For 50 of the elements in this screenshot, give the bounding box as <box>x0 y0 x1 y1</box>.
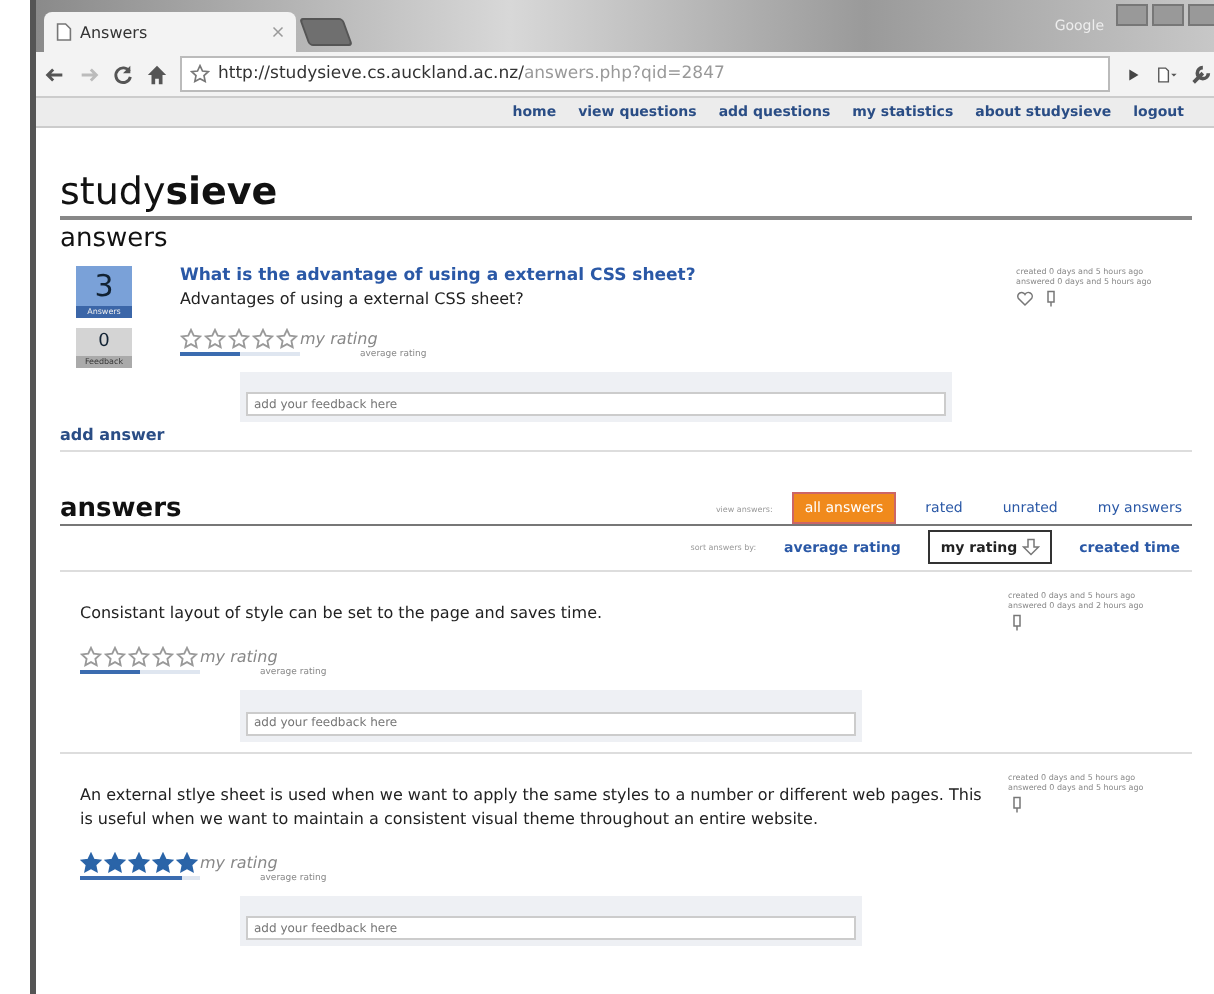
add-answer-link[interactable]: add answer <box>60 426 1192 445</box>
close-icon[interactable] <box>272 26 284 38</box>
address-bar[interactable]: http://studysieve.cs.auckland.ac.nz/answers.php?qid=2847 <box>180 56 1110 92</box>
star-icon[interactable] <box>228 327 250 350</box>
answer-text: An external stlye sheet is used when we want to apply the same styles to a number or different web pages. This is useful when we want to maintain a consistent visual theme throughout an entire website. <box>80 783 984 832</box>
wrench-icon[interactable] <box>1190 63 1212 85</box>
section-heading: answers <box>60 223 170 254</box>
star-icon[interactable] <box>204 327 226 350</box>
star-icon[interactable] <box>252 327 274 350</box>
average-rating-bar <box>80 875 200 880</box>
average-rating-bar <box>80 670 200 675</box>
window-controls-drawing[interactable] <box>1116 4 1214 26</box>
section-heading: answers <box>60 494 182 525</box>
back-icon[interactable] <box>44 63 66 85</box>
star-icon[interactable] <box>104 646 126 669</box>
pin-icon[interactable] <box>1042 289 1060 308</box>
reload-icon[interactable] <box>112 63 134 85</box>
page-menu-icon[interactable] <box>1156 63 1178 85</box>
star-icon[interactable] <box>180 327 202 350</box>
star-icon[interactable] <box>176 851 198 874</box>
answer-text: Consistant layout of style can be set to the page and saves time. <box>80 602 605 627</box>
browser-tab[interactable]: Answers <box>44 12 296 52</box>
star-rating[interactable] <box>80 646 198 669</box>
pin-icon[interactable] <box>1008 614 1026 633</box>
down-arrow-icon <box>1021 538 1040 557</box>
star-rating[interactable] <box>80 851 198 874</box>
my-rating-label: my rating <box>200 648 278 667</box>
pin-icon[interactable] <box>1008 795 1026 814</box>
star-icon[interactable] <box>190 64 210 84</box>
star-icon[interactable] <box>128 646 150 669</box>
my-rating-label: my rating <box>200 853 278 872</box>
url-text: http://studysieve.cs.auckland.ac.nz/answers.php?qid=2847 <box>218 64 725 84</box>
new-tab-button[interactable] <box>298 18 354 46</box>
heart-icon[interactable] <box>1016 289 1034 308</box>
star-rating[interactable] <box>180 327 298 350</box>
star-icon[interactable] <box>104 851 126 874</box>
average-rating-bar <box>180 351 300 356</box>
star-icon[interactable] <box>276 327 298 350</box>
question-text: Advantages of using a external CSS sheet? <box>180 289 526 308</box>
star-icon[interactable] <box>176 646 198 669</box>
my-rating-label: my rating <box>300 329 378 348</box>
question-title-link[interactable]: What is the advantage of using a external CSS sheet? <box>180 265 1000 286</box>
star-icon[interactable] <box>152 646 174 669</box>
site-logo: studysieve <box>60 172 280 214</box>
star-icon[interactable] <box>80 646 102 669</box>
page-icon <box>56 22 72 42</box>
star-icon[interactable] <box>128 851 150 874</box>
star-icon[interactable] <box>152 851 174 874</box>
star-icon[interactable] <box>80 851 102 874</box>
home-icon[interactable] <box>146 63 168 85</box>
